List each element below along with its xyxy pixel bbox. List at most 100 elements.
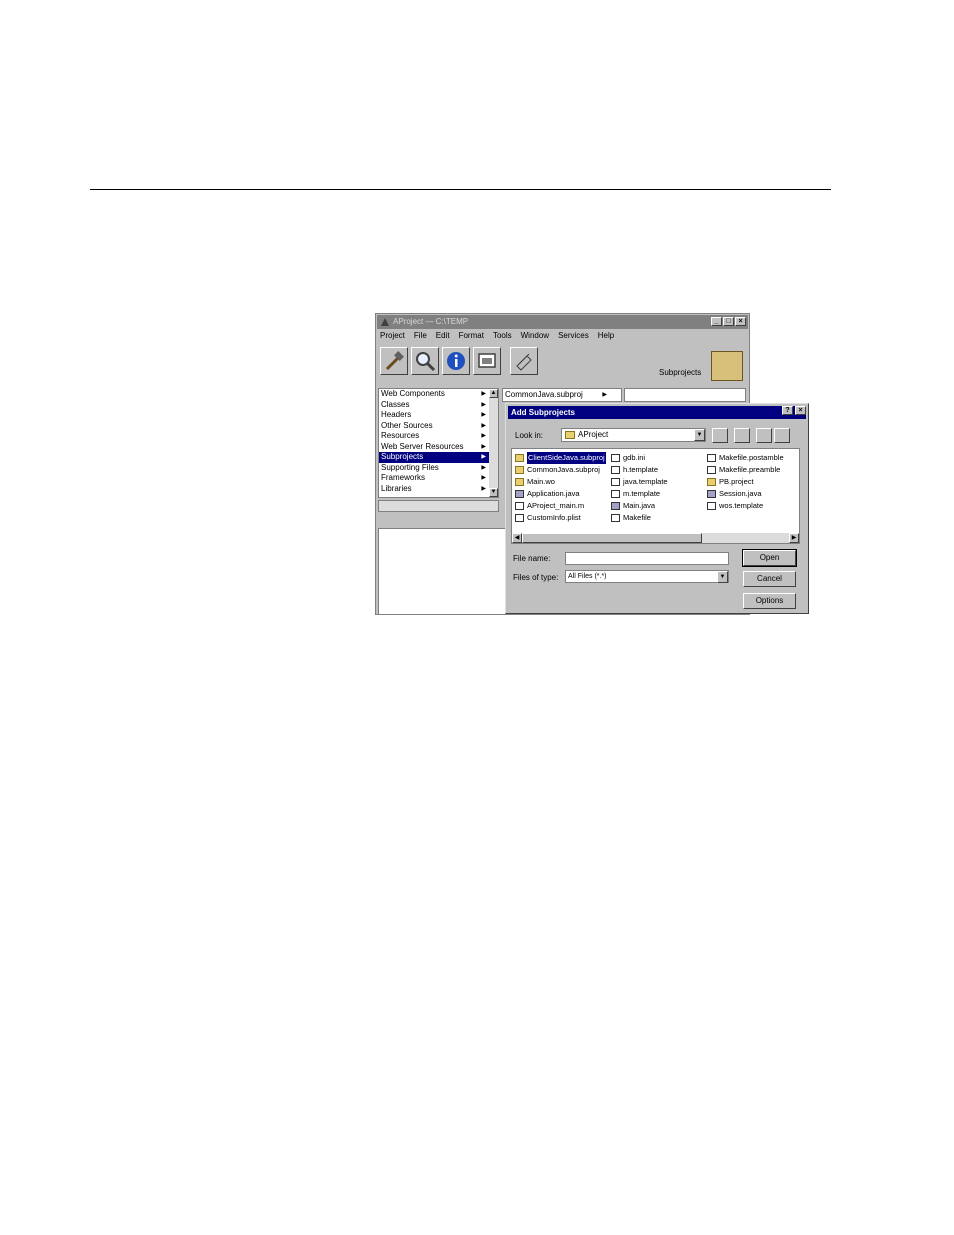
- browser-item[interactable]: Web Server Resources ▶: [379, 442, 498, 453]
- browser-item[interactable]: Classes ▶: [379, 400, 498, 411]
- browser-item[interactable]: Frameworks ▶: [379, 473, 498, 484]
- file-type-select[interactable]: All Files (*.*) ▼: [565, 570, 729, 583]
- file-item[interactable]: Makefile.postamble: [707, 452, 784, 464]
- scroll-right-arrow-icon[interactable]: ▶: [789, 533, 799, 543]
- menu-format[interactable]: Format: [459, 331, 484, 340]
- file-item[interactable]: java.template: [611, 476, 668, 488]
- menu-window[interactable]: Window: [521, 331, 549, 340]
- window-file-icon: [707, 490, 716, 498]
- folder-icon: [515, 454, 524, 462]
- cancel-button[interactable]: Cancel: [743, 571, 796, 587]
- folder-icon: [515, 478, 524, 486]
- menu-services[interactable]: Services: [558, 331, 589, 340]
- scroll-thumb[interactable]: [522, 533, 702, 543]
- window-file-icon: [515, 490, 524, 498]
- file-name-input[interactable]: [565, 552, 729, 565]
- open-button[interactable]: Open: [742, 549, 797, 567]
- help-button[interactable]: ?: [782, 406, 793, 415]
- file-name: java.template: [623, 477, 668, 486]
- file-name: CustomInfo.plist: [527, 513, 581, 522]
- window-titlebar[interactable]: AProject — C:\TEMP _ □ ×: [377, 315, 748, 329]
- menu-help[interactable]: Help: [598, 331, 614, 340]
- maximize-button[interactable]: □: [723, 317, 734, 326]
- file-item[interactable]: CommonJava.subproj: [515, 464, 606, 476]
- info-icon[interactable]: [442, 347, 470, 375]
- document-icon: [611, 466, 620, 474]
- browser-item-label: Web Server Resources: [381, 441, 464, 451]
- document-icon: [611, 490, 620, 498]
- browser-column-2[interactable]: CommonJava.subproj ▶: [502, 388, 622, 402]
- dialog-title: Add Subprojects: [511, 408, 576, 417]
- file-name: Makefile.preamble: [719, 465, 781, 474]
- file-list-hscroll[interactable]: ◀ ▶: [512, 533, 799, 543]
- file-item[interactable]: Application.java: [515, 488, 606, 500]
- file-item[interactable]: CustomInfo.plist: [515, 512, 606, 524]
- browser-item[interactable]: Subprojects ▶: [379, 452, 498, 463]
- browser-item-label: Libraries: [381, 483, 412, 493]
- browser-column-3[interactable]: [624, 388, 746, 402]
- file-column-1: ClientSideJava.subproj CommonJava.subproj…: [515, 452, 606, 524]
- launch-window-icon[interactable]: [473, 347, 501, 375]
- menu-project[interactable]: Project: [380, 331, 405, 340]
- build-hammer-icon[interactable]: [380, 347, 408, 375]
- chevron-right-icon: ▶: [481, 422, 486, 429]
- file-item[interactable]: wos.template: [707, 500, 784, 512]
- up-folder-button[interactable]: [712, 428, 728, 443]
- scroll-left-arrow-icon[interactable]: ◀: [512, 533, 522, 543]
- document-icon: [611, 478, 620, 486]
- chevron-right-icon: ▶: [481, 485, 486, 492]
- menu-bar: Project File Edit Format Tools Window Se…: [380, 331, 614, 340]
- browser-item[interactable]: Other Sources ▶: [379, 421, 498, 432]
- file-item[interactable]: Main.java: [611, 500, 668, 512]
- look-in-label: Look in:: [515, 431, 544, 440]
- file-item[interactable]: gdb.ini: [611, 452, 668, 464]
- chevron-down-icon[interactable]: ▼: [717, 571, 728, 583]
- editor-area[interactable]: [378, 528, 508, 614]
- file-item[interactable]: AProject_main.m: [515, 500, 606, 512]
- file-name: PB.project: [719, 477, 754, 486]
- browser-item[interactable]: Resources ▶: [379, 431, 498, 442]
- browser-item[interactable]: Web Components ▶: [379, 389, 498, 400]
- file-item[interactable]: Session.java: [707, 488, 784, 500]
- browser-item[interactable]: Libraries ▶: [379, 484, 498, 495]
- options-button[interactable]: Options: [743, 593, 796, 609]
- search-icon[interactable]: [411, 347, 439, 375]
- debug-icon[interactable]: [510, 347, 538, 375]
- menu-tools[interactable]: Tools: [493, 331, 512, 340]
- dialog-close-button[interactable]: ×: [795, 406, 806, 415]
- new-folder-button[interactable]: [734, 428, 750, 443]
- browser-item-label: Headers: [381, 410, 412, 419]
- file-item[interactable]: Main.wo: [515, 476, 606, 488]
- minimize-button[interactable]: _: [711, 317, 722, 326]
- details-view-button[interactable]: [774, 428, 790, 443]
- document-icon: [707, 454, 716, 462]
- file-item[interactable]: h.template: [611, 464, 668, 476]
- chevron-down-icon[interactable]: ▼: [694, 429, 705, 441]
- menu-edit[interactable]: Edit: [436, 331, 450, 340]
- browser-item-label: Frameworks: [381, 473, 426, 482]
- menu-file[interactable]: File: [414, 331, 427, 340]
- browser-item[interactable]: Headers ▶: [379, 410, 498, 421]
- dialog-titlebar[interactable]: Add Subprojects: [508, 406, 806, 419]
- document-icon: [611, 514, 620, 522]
- folder-icon: [707, 478, 716, 486]
- file-column-2: gdb.ini h.template java.template m.template…: [611, 452, 668, 524]
- look-in-dropdown[interactable]: AProject ▼: [561, 428, 706, 442]
- browser-scrollbar[interactable]: ▲ ▼: [489, 389, 498, 497]
- browser-mid-item[interactable]: CommonJava.subproj: [505, 390, 583, 399]
- look-in-value: AProject: [578, 430, 609, 439]
- file-item[interactable]: m.template: [611, 488, 668, 500]
- file-item[interactable]: Makefile.preamble: [707, 464, 784, 476]
- file-item[interactable]: ClientSideJava.subproj: [515, 452, 606, 464]
- list-view-button[interactable]: [756, 428, 772, 443]
- close-button[interactable]: ×: [735, 317, 746, 326]
- browser-item[interactable]: Supporting Files ▶: [379, 463, 498, 474]
- subprojects-icon: [711, 351, 743, 381]
- browser-item-label: Classes: [381, 399, 410, 409]
- browser-hscroll[interactable]: [378, 500, 499, 512]
- browser-item-label: Web Components: [381, 389, 445, 398]
- scroll-down-arrow-icon[interactable]: ▼: [489, 488, 498, 497]
- file-item[interactable]: PB.project: [707, 476, 784, 488]
- scroll-up-arrow-icon[interactable]: ▲: [489, 389, 498, 398]
- file-item[interactable]: Makefile: [611, 512, 668, 524]
